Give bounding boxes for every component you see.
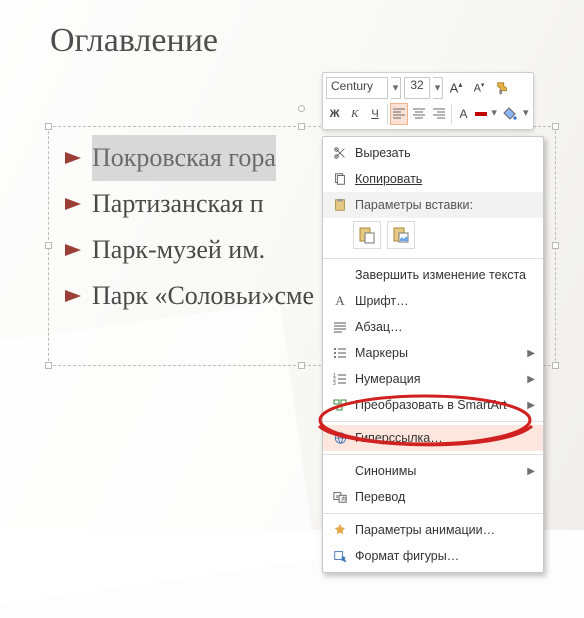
menu-label: Перевод (351, 490, 537, 504)
paste-picture-button[interactable] (387, 221, 415, 249)
menu-label: Параметры анимации… (351, 523, 537, 537)
bold-button[interactable]: Ж (326, 103, 343, 125)
resize-handle[interactable] (552, 123, 559, 130)
paste-options (323, 218, 543, 255)
menu-label: Копировать (355, 172, 422, 186)
separator (387, 104, 388, 124)
submenu-arrow-icon: ▶ (527, 374, 535, 385)
list-item-text[interactable]: Парк-музей им. (92, 227, 265, 273)
menu-label: Гиперссылка… (351, 431, 537, 445)
menu-paragraph[interactable]: Абзац… (323, 314, 543, 340)
menu-bullets[interactable]: Маркеры ▶ (323, 340, 543, 366)
svg-text:a: a (336, 494, 339, 500)
menu-label: Завершить изменение текста (351, 268, 537, 282)
submenu-arrow-icon: ▶ (527, 400, 535, 411)
menu-separator (323, 454, 543, 455)
align-right-button[interactable] (431, 103, 448, 125)
menu-separator (323, 421, 543, 422)
translate-icon: aあ (329, 490, 351, 504)
font-size-dropdown-icon[interactable]: ▾ (433, 77, 443, 99)
list-item-tail: сме (274, 273, 314, 319)
menu-separator (323, 513, 543, 514)
resize-handle[interactable] (552, 362, 559, 369)
shape-fill-button[interactable] (501, 103, 518, 125)
underline-button[interactable]: Ч (366, 103, 383, 125)
menu-label: Синонимы (351, 464, 527, 478)
font-size-input[interactable]: 32 (404, 77, 430, 99)
bullet-icon (65, 244, 87, 256)
menu-label: Формат фигуры… (351, 549, 537, 563)
italic-button[interactable]: К (346, 103, 363, 125)
menu-label: Преобразовать в SmartArt (351, 398, 527, 412)
menu-cut[interactable]: Вырезать (323, 140, 543, 166)
menu-label: Параметры вставки: (351, 198, 537, 212)
svg-text:3: 3 (333, 381, 336, 385)
resize-handle[interactable] (298, 123, 305, 130)
align-left-button[interactable] (390, 103, 407, 125)
menu-hyperlink[interactable]: Гиперссылка… (323, 425, 543, 451)
font-color-dropdown-icon[interactable]: ▾ (490, 103, 498, 125)
menu-label: Абзац… (351, 320, 537, 334)
font-name-dropdown-icon[interactable]: ▾ (391, 77, 401, 99)
menu-finish-edit[interactable]: Завершить изменение текста (323, 262, 543, 288)
increase-font-button[interactable]: A▴ (446, 77, 466, 99)
menu-synonyms[interactable]: Синонимы ▶ (323, 458, 543, 484)
menu-smartart[interactable]: Преобразовать в SmartArt ▶ (323, 392, 543, 418)
menu-label: Маркеры (351, 346, 527, 360)
numbering-icon: 123 (329, 373, 351, 385)
font-color-swatch[interactable] (475, 112, 487, 116)
resize-handle[interactable] (552, 242, 559, 249)
bullet-icon (65, 152, 87, 164)
scissors-icon (329, 146, 351, 160)
animation-icon (329, 523, 351, 537)
menu-format-shape[interactable]: Формат фигуры… (323, 543, 543, 569)
clipboard-icon (329, 198, 351, 212)
menu-font[interactable]: A Шрифт… (323, 288, 543, 314)
smartart-icon (329, 399, 351, 411)
menu-separator (323, 258, 543, 259)
list-item-text[interactable]: Партизанская п (92, 181, 264, 227)
menu-label: Нумерация (351, 372, 527, 386)
shape-fill-dropdown-icon[interactable]: ▾ (522, 103, 530, 125)
bullet-icon (65, 198, 87, 210)
context-menu: Вырезать Копировать Параметры вставки: З… (322, 136, 544, 573)
menu-paste-header: Параметры вставки: (323, 192, 543, 218)
menu-numbering[interactable]: 123 Нумерация ▶ (323, 366, 543, 392)
bullets-icon (329, 347, 351, 359)
resize-handle[interactable] (45, 242, 52, 249)
list-item-text[interactable]: Парк «Соловьи» (92, 273, 274, 319)
mini-toolbar: Century▾ 32▾ A▴ A▾ Ж К Ч A ▾ ▾ (322, 72, 534, 130)
menu-label: Вырезать (351, 146, 537, 160)
align-center-button[interactable] (411, 103, 428, 125)
menu-copy[interactable]: Копировать (323, 166, 543, 192)
paragraph-icon (329, 321, 351, 333)
separator (451, 104, 452, 124)
copy-icon (329, 172, 351, 186)
resize-handle[interactable] (45, 362, 52, 369)
svg-text:あ: あ (341, 496, 346, 503)
font-name-input[interactable]: Century (326, 77, 388, 99)
rotate-handle[interactable] (298, 105, 305, 112)
decrease-font-button[interactable]: A▾ (469, 77, 489, 99)
menu-label: Шрифт… (351, 294, 537, 308)
submenu-arrow-icon: ▶ (527, 348, 535, 359)
hyperlink-icon (329, 431, 351, 445)
font-color-button[interactable]: A (455, 103, 472, 125)
submenu-arrow-icon: ▶ (527, 466, 535, 477)
list-item-text[interactable]: Покровская гора (92, 135, 276, 181)
paste-keep-source-button[interactable] (353, 221, 381, 249)
format-painter-button[interactable] (492, 77, 512, 99)
resize-handle[interactable] (298, 362, 305, 369)
font-icon: A (329, 293, 351, 309)
menu-translate[interactable]: aあ Перевод (323, 484, 543, 510)
page-title: Оглавление (50, 22, 218, 60)
menu-animation[interactable]: Параметры анимации… (323, 517, 543, 543)
bullet-icon (65, 290, 87, 302)
format-shape-icon (329, 549, 351, 563)
resize-handle[interactable] (45, 123, 52, 130)
